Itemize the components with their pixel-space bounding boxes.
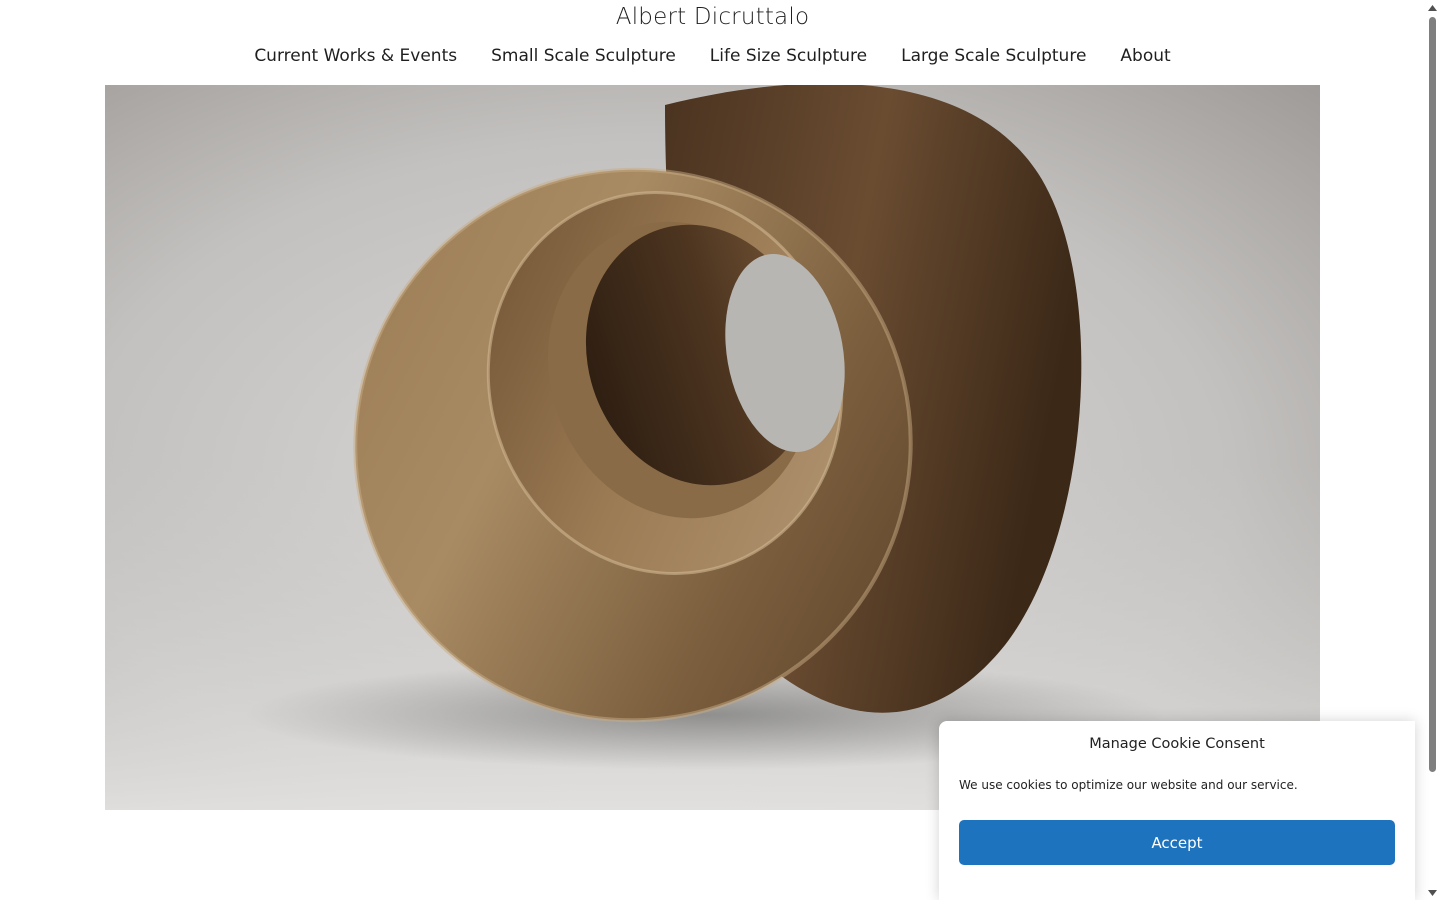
nav-item-current-works[interactable]: Current Works & Events	[254, 44, 457, 68]
cookie-message: We use cookies to optimize our website a…	[959, 778, 1298, 792]
sculpture-photo	[105, 85, 1320, 810]
nav-item-small-scale[interactable]: Small Scale Sculpture	[491, 44, 676, 68]
nav-item-life-size[interactable]: Life Size Sculpture	[710, 44, 867, 68]
main-nav: Current Works & Events Small Scale Sculp…	[0, 44, 1425, 68]
site-title[interactable]: Albert Dicruttalo	[0, 2, 1425, 32]
accept-cookies-button[interactable]: Accept	[959, 820, 1395, 865]
chevron-up-icon[interactable]	[1425, 0, 1440, 15]
chevron-down-icon[interactable]	[1425, 885, 1440, 900]
cookie-title: Manage Cookie Consent	[1089, 736, 1265, 752]
nav-item-about[interactable]: About	[1120, 44, 1170, 68]
hero-image	[105, 85, 1320, 810]
scrollbar-thumb[interactable]	[1429, 17, 1436, 772]
cookie-consent-banner: Manage Cookie Consent We use cookies to …	[939, 721, 1415, 900]
page: Albert Dicruttalo Current Works & Events…	[0, 0, 1440, 900]
page-scrollbar[interactable]	[1425, 0, 1440, 900]
nav-item-large-scale[interactable]: Large Scale Sculpture	[901, 44, 1086, 68]
